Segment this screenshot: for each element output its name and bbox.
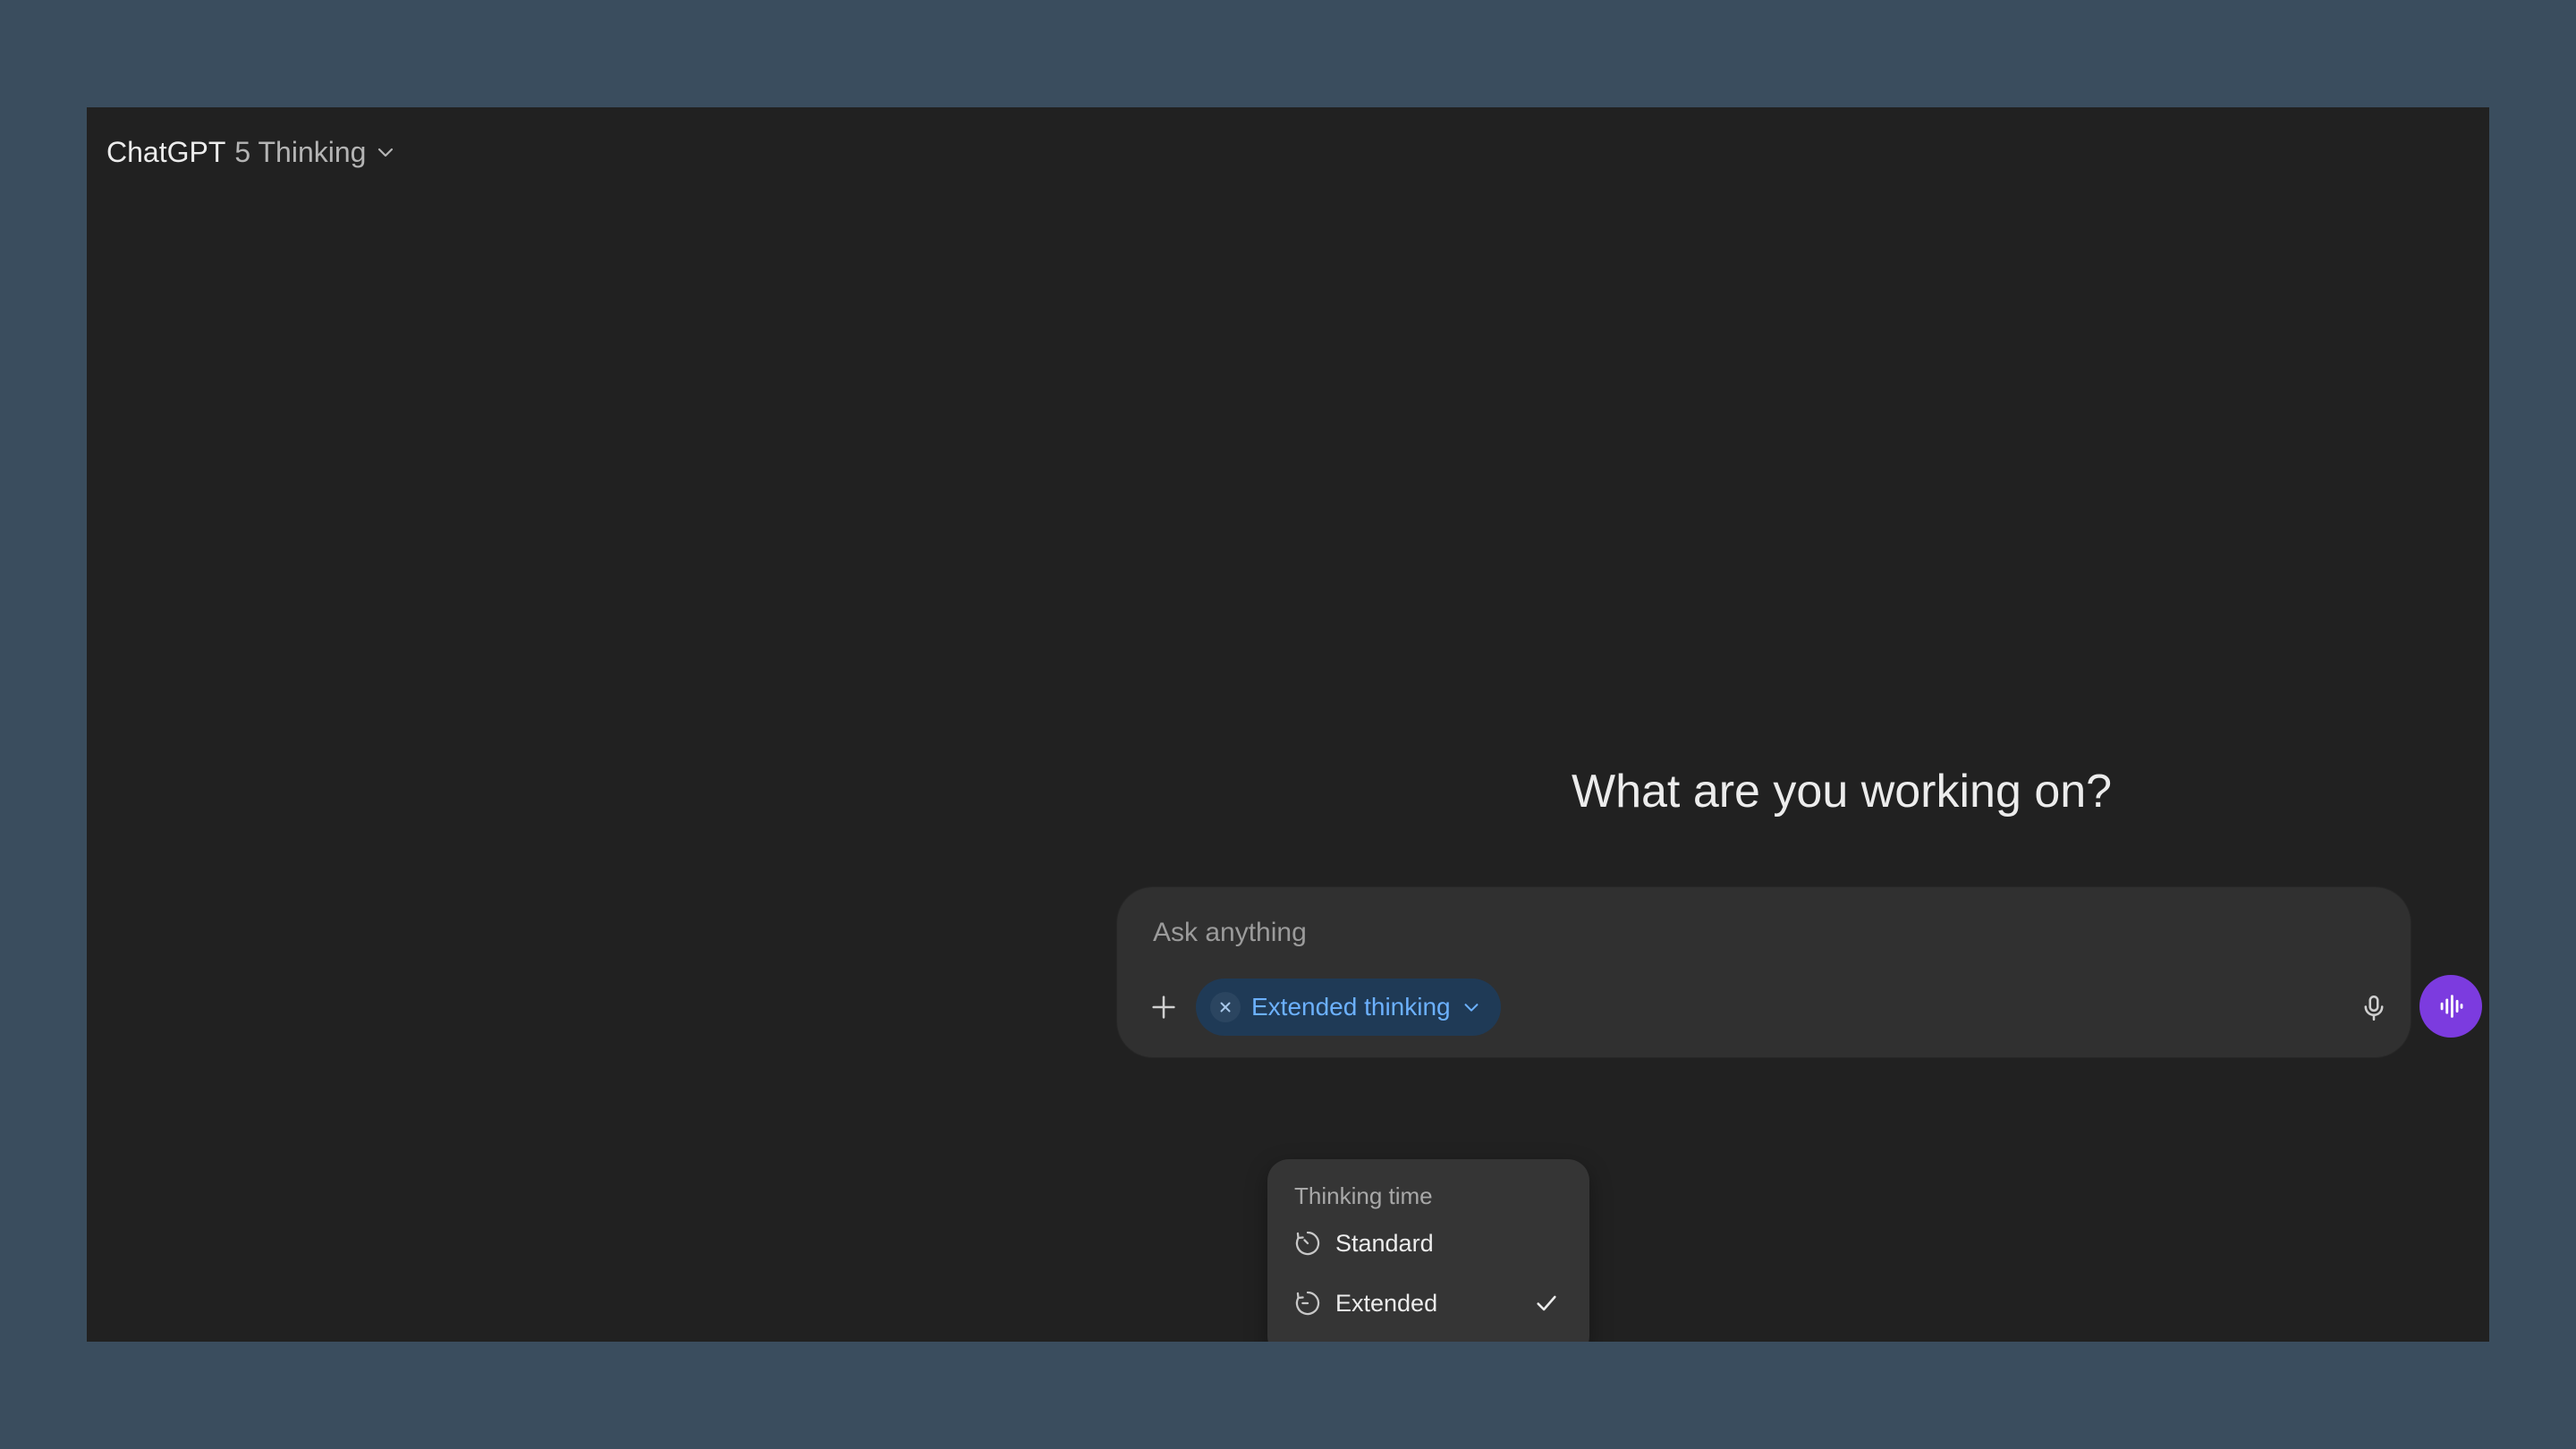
checkmark-icon <box>1537 1295 1556 1311</box>
menu-option-extended[interactable]: Extended <box>1276 1276 1580 1330</box>
dictate-button[interactable] <box>2351 986 2396 1030</box>
microphone-icon <box>2364 995 2384 1021</box>
menu-option-label: Extended <box>1335 1289 1438 1317</box>
chevron-down-icon <box>378 148 394 157</box>
tool-pill-label: Extended thinking <box>1251 993 1451 1021</box>
menu-option-standard[interactable]: Standard <box>1276 1216 1580 1270</box>
menu-option-label: Standard <box>1335 1229 1434 1257</box>
extended-thinking-pill[interactable]: Extended thinking <box>1196 979 1501 1036</box>
pill-chevron <box>1462 997 1481 1017</box>
voice-mode-button[interactable] <box>2419 975 2482 1038</box>
headline-text: What are you working on? <box>1572 766 2113 818</box>
timer-icon <box>1295 1231 1320 1256</box>
prompt-input[interactable] <box>1151 912 2139 953</box>
plus-icon <box>1152 996 1175 1019</box>
model-selector[interactable]: ChatGPT 5 Thinking <box>106 125 396 179</box>
chevron-down-icon <box>1464 1004 1479 1012</box>
remove-tool-button[interactable] <box>1210 992 1241 1022</box>
app-name: ChatGPT <box>106 135 226 168</box>
close-icon <box>1220 1002 1231 1013</box>
voice-waveform-icon <box>2440 995 2463 1018</box>
model-name: 5 Thinking <box>234 135 367 168</box>
thinking-time-menu: Thinking time Standard Extended <box>1267 1159 1589 1342</box>
add-attachment-button[interactable] <box>1144 987 1183 1027</box>
chat-window: ChatGPT 5 Thinking What are you working … <box>87 107 2489 1342</box>
timer-icon <box>1295 1291 1320 1316</box>
page-title: What are you working on? <box>1035 765 2489 818</box>
composer: Extended thinking <box>1117 887 2482 1057</box>
menu-heading: Thinking time <box>1294 1182 1433 1209</box>
